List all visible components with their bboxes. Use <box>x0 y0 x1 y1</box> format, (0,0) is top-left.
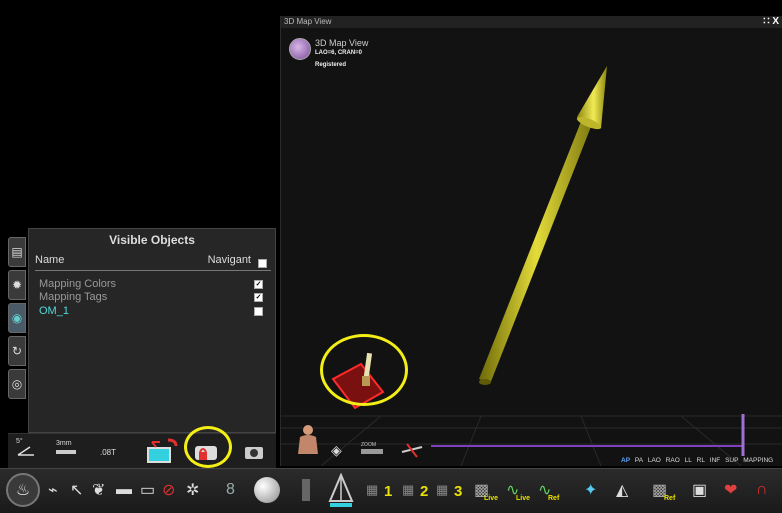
view-ll[interactable]: LL <box>685 457 692 464</box>
angle-value: 5° <box>16 438 23 445</box>
eye-icon: ◉ <box>11 311 23 325</box>
zoom-control[interactable]: ZOOM <box>361 442 383 454</box>
list-item[interactable]: Mapping Tags ✓ <box>39 291 263 304</box>
map-view-titlebar: 3D Map View ∷ X <box>281 16 782 28</box>
tab-rotate[interactable]: ↻ <box>8 336 26 366</box>
navigation-vector-arrow <box>479 66 607 385</box>
bar-icon[interactable] <box>302 479 310 501</box>
scale-ruler <box>431 414 745 456</box>
panel-title: Visible Objects <box>109 233 195 247</box>
film-icon-1[interactable]: ▦ <box>366 475 378 505</box>
tab-notes[interactable]: ▤ <box>8 237 26 267</box>
highlight-circle <box>320 334 408 406</box>
row-checkbox[interactable]: ✓ <box>254 280 263 289</box>
magnet-strength[interactable]: .08T <box>100 448 116 457</box>
tab-visible-objects[interactable]: ◉ <box>8 303 26 333</box>
camera-icon[interactable] <box>244 444 264 460</box>
column-navigant: Navigant <box>207 254 251 266</box>
notes-icon: ▤ <box>11 245 23 259</box>
car-icon[interactable]: ▬ <box>116 475 132 505</box>
rotate-icon: ↻ <box>11 344 23 358</box>
app-menu-button[interactable]: ♨ <box>6 473 40 507</box>
catheter-icon[interactable]: ⌁ <box>48 475 58 505</box>
image-slot-1[interactable]: 1 <box>384 483 392 500</box>
stop-icon[interactable]: ⊘ <box>162 475 175 505</box>
list-item[interactable]: Mapping Colors ✓ <box>39 278 263 291</box>
monitor-icon[interactable]: ▣ <box>692 475 707 505</box>
row-label: OM_1 <box>39 305 69 317</box>
highlight-circle <box>184 426 232 468</box>
view-lao[interactable]: LAO <box>648 457 661 464</box>
side-tabs: ▤ ✹ ◉ ↻ ◎ <box>8 237 26 407</box>
row-checkbox[interactable]: ✓ <box>254 293 263 302</box>
heart-icon[interactable]: ❦ <box>92 475 105 505</box>
magnet-icon[interactable]: ∩ <box>756 475 768 505</box>
map-view-window-title: 3D Map View <box>284 17 332 26</box>
visible-objects-panel: Visible Objects Name Navigant Mapping Co… <box>28 228 276 433</box>
pan-icon[interactable]: ◈ <box>331 442 342 459</box>
column-name: Name <box>35 254 65 266</box>
navigation-icon[interactable] <box>326 473 356 509</box>
view-mapping[interactable]: MAPPING <box>743 457 773 464</box>
ref-label-1: Ref <box>548 495 560 502</box>
tool-icon[interactable]: ↖ <box>70 475 83 505</box>
view-ap[interactable]: AP <box>621 457 630 464</box>
image-slot-3[interactable]: 3 <box>454 483 462 500</box>
image-slot-2[interactable]: 2 <box>420 483 428 500</box>
view-presets-bar: AP PA LAO RAO LL RL INF SUP MAPPING <box>621 457 776 464</box>
figure-icon[interactable]: 8 <box>226 475 235 505</box>
ref-label-2: Ref <box>664 495 676 502</box>
view-pa[interactable]: PA <box>635 457 643 464</box>
vector-toggle-icon[interactable] <box>401 442 425 458</box>
angle-control[interactable]: 5° <box>16 438 36 459</box>
map-color-icon[interactable]: ✦ <box>584 475 597 505</box>
row-label: Mapping Colors <box>39 278 117 290</box>
table-header: Name Navigant <box>35 254 271 271</box>
film-icon-3[interactable]: ▦ <box>436 475 448 505</box>
tab-target[interactable]: ◎ <box>8 369 26 399</box>
magnet-field-icon[interactable] <box>146 438 180 466</box>
view-sup[interactable]: SUP <box>725 457 738 464</box>
list-item[interactable]: OM_1 <box>39 305 263 318</box>
ultrasound-icon[interactable]: ◭ <box>616 475 628 505</box>
row-checkbox[interactable] <box>254 307 263 316</box>
distance-value: 3mm <box>56 440 72 447</box>
live-label-1: Live <box>484 495 499 502</box>
view-rao[interactable]: RAO <box>666 457 680 464</box>
zoom-label: ZOOM <box>361 442 376 448</box>
map-view-panel[interactable]: 3D Map View ∷ X 3D Map View LAO=6, CRAN=… <box>280 16 782 466</box>
ruler-icon <box>56 450 76 454</box>
torso-icon[interactable] <box>297 424 319 454</box>
keyboard-icon[interactable]: ▭ <box>140 475 155 505</box>
zoom-slider-icon <box>361 449 383 454</box>
live-label-2: Live <box>516 495 531 502</box>
distance-control[interactable]: 3mm <box>56 440 76 454</box>
tab-settings[interactable]: ✹ <box>8 270 26 300</box>
window-controls[interactable]: ∷ X <box>763 16 779 28</box>
angle-icon <box>17 446 34 456</box>
heart-model-icon[interactable]: ❤ <box>724 475 737 505</box>
gear-icon: ✹ <box>11 278 23 292</box>
tools-bar: 5° 3mm .08T <box>8 426 276 468</box>
bottom-toolbar: ♨ ⌁ ↖ ❦ ▬ ▭ ⊘ ✲ 8 ▦ 1 ▦ 2 ▦ 3 ▩ Live ∿ L… <box>0 468 782 513</box>
view-inf[interactable]: INF <box>710 457 720 464</box>
sphere-icon[interactable] <box>254 477 280 503</box>
view-rl[interactable]: RL <box>697 457 705 464</box>
film-icon-2[interactable]: ▦ <box>402 475 414 505</box>
flame-icon: ♨ <box>15 482 31 499</box>
row-label: Mapping Tags <box>39 291 108 303</box>
navigant-all-checkbox[interactable] <box>258 259 267 268</box>
target-icon: ◎ <box>11 377 23 391</box>
gear-icon[interactable]: ✲ <box>186 475 199 505</box>
